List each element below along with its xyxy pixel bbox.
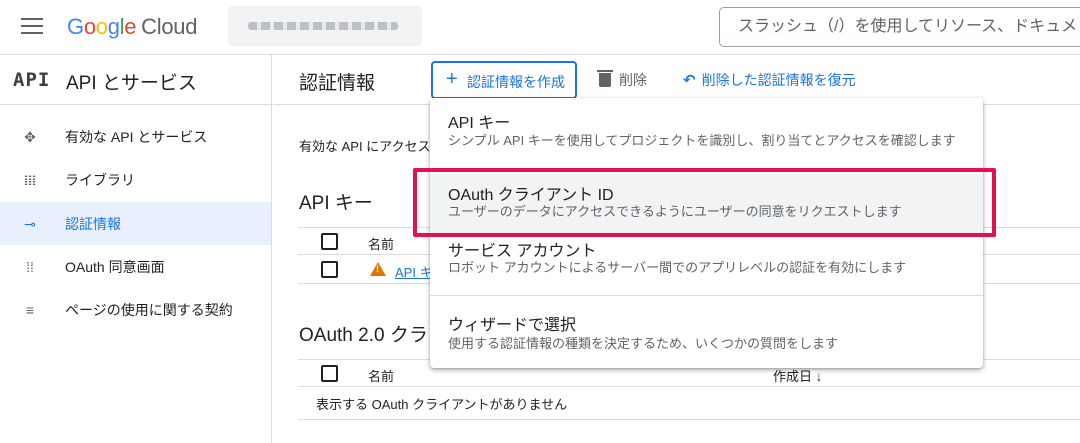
plus-icon: + — [446, 68, 458, 90]
sidebar-item-label: OAuth 同意画面 — [65, 259, 165, 275]
name-column-header: 名前 — [368, 237, 395, 252]
logo-letter: g — [107, 14, 120, 39]
api-icon: API — [13, 69, 51, 91]
search-input[interactable] — [720, 8, 1080, 46]
menu-item-title: ウィザードで選択 — [448, 317, 577, 334]
sidebar-item-enabled-apis[interactable]: ✥ 有効な API とサービス — [0, 115, 271, 158]
menu-item-oauth-client-id[interactable]: OAuth クライアント ID ユーザーのデータにアクセスできるようにユーザーの… — [430, 174, 983, 234]
sidebar-item-credentials[interactable]: ⊸ 認証情報 — [0, 202, 271, 245]
sidebar: API API とサービス ✥ 有効な API とサービス 𝍖 ライブラリ ⊸ … — [0, 55, 272, 443]
undo-icon: ↶ — [683, 72, 696, 89]
sidebar-title: API とサービス — [66, 73, 197, 94]
key-icon: ⊸ — [24, 216, 36, 232]
empty-row: 表示する OAuth クライアントがありません — [298, 388, 1080, 420]
api-key-link[interactable]: API キ — [395, 262, 433, 281]
restore-deleted-button[interactable]: ↶ 削除した認証情報を復元 — [683, 70, 856, 90]
sidebar-item-label: ライブラリ — [65, 172, 135, 188]
oauth-heading: OAuth 2.0 クラ — [299, 325, 428, 346]
menu-icon[interactable] — [21, 18, 43, 36]
row-checkbox[interactable] — [321, 261, 338, 278]
api-keys-heading: API キー — [299, 193, 373, 214]
logo-letter: e — [124, 14, 137, 39]
restore-label: 削除した認証情報を復元 — [701, 72, 856, 88]
sidebar-item-oauth-consent[interactable]: ⁞⁞ OAuth 同意画面 — [0, 245, 271, 288]
google-cloud-logo[interactable]: Google Cloud — [67, 14, 197, 40]
delete-label: 削除 — [619, 72, 647, 88]
logo-suffix: Cloud — [141, 14, 198, 39]
settings-list-icon: ≡ — [25, 302, 35, 318]
name-column-header: 名前 — [368, 369, 395, 384]
trash-icon — [597, 70, 613, 87]
warning-icon — [370, 262, 386, 276]
sidebar-item-page-usage[interactable]: ≡ ページの使用に関する契約 — [0, 288, 271, 331]
arrow-down-icon: ↓ — [815, 369, 823, 384]
select-all-checkbox[interactable] — [321, 365, 338, 382]
empty-message: 表示する OAuth クライアントがありません — [316, 397, 568, 412]
create-credentials-label: 認証情報を作成 — [467, 74, 565, 90]
menu-item-wizard[interactable]: ウィザードで選択 使用する認証情報の種類を決定するため、いくつかの質問をします — [430, 304, 983, 364]
sidebar-item-label: 認証情報 — [65, 216, 121, 232]
sidebar-header: API API とサービス — [0, 55, 272, 105]
dots-grid-icon: ⁞⁞ — [26, 259, 34, 275]
sidebar-item-label: ページの使用に関する契約 — [65, 302, 233, 318]
intro-text: 有効な API にアクセス — [299, 139, 431, 154]
create-credentials-button[interactable]: + 認証情報を作成 — [431, 61, 577, 99]
menu-item-api-key[interactable]: API キー シンプル API キーを使用してプロジェクトを識別し、割り当てとア… — [430, 98, 983, 168]
created-column-label: 作成日 — [773, 369, 813, 384]
logo-letter: o — [83, 14, 96, 39]
sidebar-item-library[interactable]: 𝍖 ライブラリ — [0, 158, 271, 201]
delete-button[interactable]: 削除 — [597, 70, 647, 90]
menu-item-description: ユーザーのデータにアクセスできるようにユーザーの同意をリクエストします — [448, 204, 902, 219]
menu-item-service-account[interactable]: サービス アカウント ロボット アカウントによるサーバー間でのアプリレベルの認証… — [430, 234, 983, 290]
menu-item-description: 使用する認証情報の種類を決定するため、いくつかの質問をします — [448, 336, 839, 351]
top-bar: Google Cloud — [0, 0, 1080, 55]
create-credentials-menu: API キー シンプル API キーを使用してプロジェクトを識別し、割り当てとア… — [430, 98, 983, 368]
redacted-project-name — [248, 22, 398, 30]
sidebar-item-label: 有効な API とサービス — [65, 129, 208, 145]
menu-item-description: ロボット アカウントによるサーバー間でのアプリレベルの認証を有効にします — [448, 260, 907, 275]
menu-item-title: API キー — [448, 115, 511, 132]
library-icon: 𝍖 — [23, 172, 37, 188]
created-column-header[interactable]: 作成日 ↓ — [773, 366, 822, 385]
search-box[interactable] — [719, 7, 1080, 47]
logo-letter: G — [67, 14, 84, 39]
select-all-checkbox[interactable] — [321, 233, 338, 250]
page-title: 認証情報 — [299, 73, 376, 94]
menu-item-description: シンプル API キーを使用してプロジェクトを識別し、割り当てとアクセスを確認し… — [448, 133, 956, 148]
project-selector[interactable] — [228, 6, 422, 46]
logo-letter: o — [95, 14, 108, 39]
menu-divider — [430, 295, 983, 296]
diamond-dots-icon: ✥ — [24, 129, 36, 145]
